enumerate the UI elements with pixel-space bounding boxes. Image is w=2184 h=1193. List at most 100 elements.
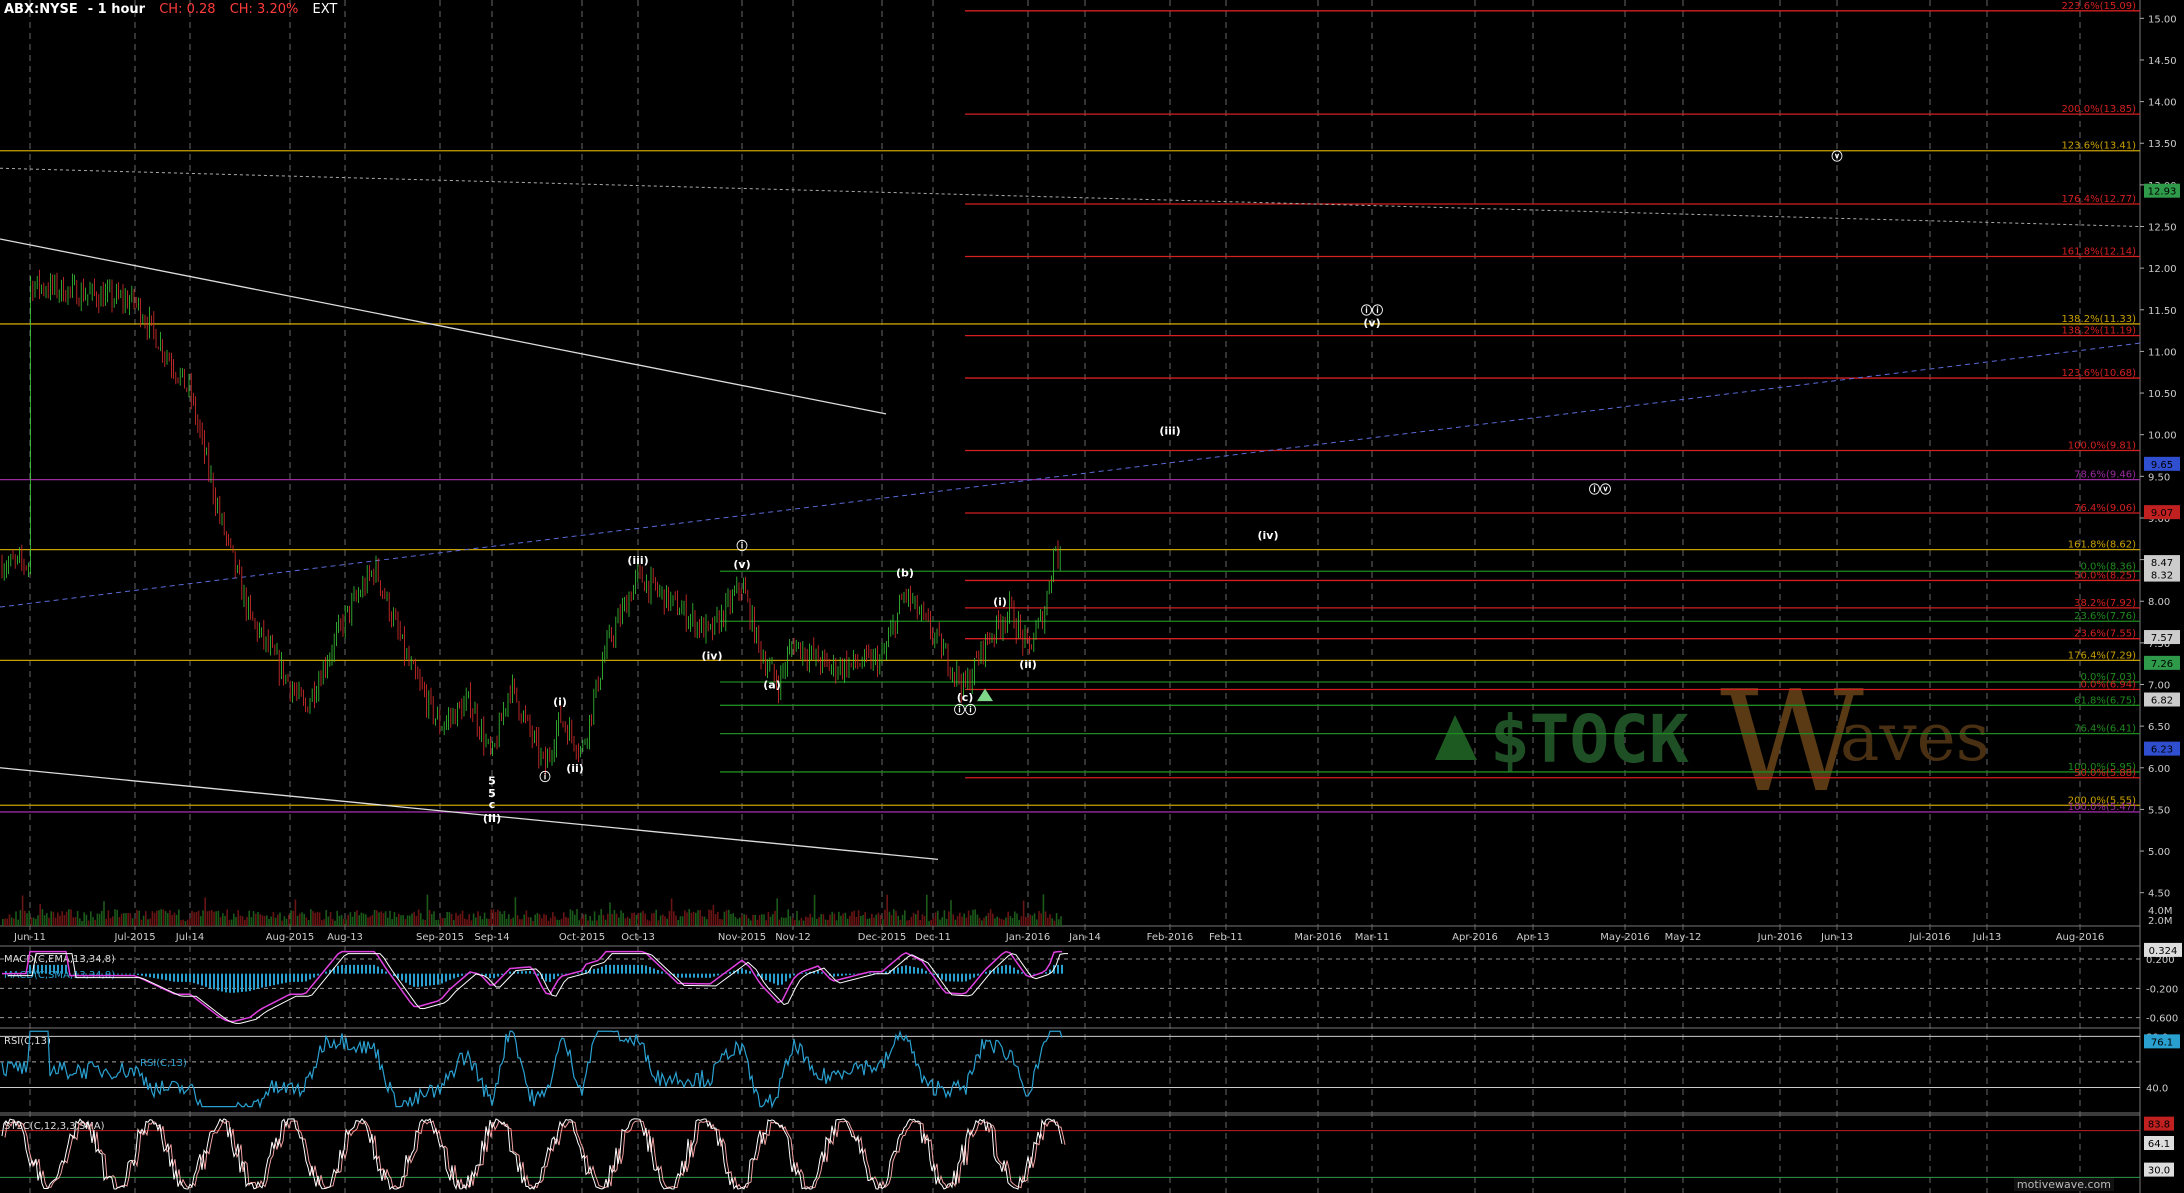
volume-bar (743, 914, 745, 926)
time-tick-label: Sep-14 (474, 932, 509, 943)
volume-bar (688, 909, 690, 926)
volume-bar (444, 918, 446, 926)
volume-bar (57, 912, 59, 926)
volume-bar (149, 918, 151, 926)
volume-bar (1031, 915, 1034, 926)
volume-bar (708, 909, 710, 926)
volume-bar (387, 917, 389, 926)
time-tick-label: May-12 (1665, 932, 1702, 943)
volume-bar (1020, 916, 1023, 926)
volume-bar (967, 910, 970, 926)
interval-label[interactable]: - 1 hour (88, 2, 145, 17)
volume-bar (134, 918, 136, 926)
volume-bar (92, 917, 94, 926)
volume-bar (959, 912, 961, 926)
volume-bar (989, 909, 992, 926)
volume-bar (882, 919, 884, 926)
chart-canvas[interactable]: $TOCK Waves223.6%(15.09)200.0%(13.85)123.… (0, 0, 2184, 1193)
volume-bar (415, 915, 418, 926)
volume-bar (279, 912, 281, 926)
time-tick-label: Oct-13 (621, 932, 655, 943)
volume-bar (739, 917, 741, 926)
volume-bar (211, 910, 213, 926)
volume-bar (332, 919, 334, 926)
volume-bar (503, 911, 506, 926)
volume-bar (54, 917, 57, 926)
volume-bar (510, 919, 512, 926)
fib-label: 176.4%(12.77) (2061, 194, 2136, 205)
volume-bar (1044, 911, 1047, 926)
volume-bar (283, 916, 286, 926)
volume-bar (94, 919, 96, 926)
volume-bar (767, 911, 770, 926)
volume-bar (758, 915, 761, 926)
volume-bar (26, 913, 28, 926)
volume-bar (466, 919, 468, 926)
volume-bar (886, 894, 888, 926)
volume-bar (602, 914, 605, 926)
wave-label: (v) (733, 558, 750, 571)
volume-bar (776, 898, 778, 926)
volume-bar (554, 916, 556, 926)
volume-bar (215, 911, 217, 926)
volume-bar (930, 919, 932, 926)
volume-bar (787, 909, 789, 926)
volume-bar (873, 917, 875, 926)
time-tick-label: Sep-2015 (416, 932, 464, 943)
volume-bar (272, 911, 275, 926)
volume-bar (703, 916, 706, 926)
volume-bar (420, 913, 422, 926)
volume-bar (305, 917, 308, 926)
price-tick-label: 5.50 (2148, 805, 2170, 816)
volume-bar (127, 912, 129, 926)
price-tick-label: 9.50 (2148, 472, 2170, 483)
price-badge-label: 6.23 (2151, 745, 2173, 756)
wave-label: (i) (553, 695, 567, 708)
volume-bar (472, 913, 475, 926)
volume-bar (721, 919, 723, 926)
volume-bar (538, 914, 541, 926)
volume-bar (675, 915, 677, 926)
volume-bar (28, 910, 30, 926)
volume-bar (978, 917, 981, 926)
time-tick-label: Jul-2016 (1908, 932, 1950, 943)
volume-bar (576, 909, 578, 926)
chart-background (0, 0, 2184, 1193)
volume-bar (301, 912, 303, 926)
volume-bar (976, 914, 979, 926)
volume-bar (369, 916, 371, 926)
symbol-label[interactable]: ABX:NYSE (4, 2, 78, 17)
volume-bar (21, 895, 24, 926)
volume-bar (915, 914, 917, 926)
volume-bar (734, 916, 737, 926)
volume-bar (318, 912, 321, 926)
volume-bar (646, 919, 649, 926)
fib-label: 23.6%(7.76) (2074, 611, 2136, 622)
volume-bar (536, 913, 539, 926)
volume-bar (193, 912, 195, 926)
volume-bar (219, 917, 222, 926)
volume-bar (620, 910, 622, 926)
volume-bar (567, 917, 569, 926)
volume-bar (142, 915, 145, 926)
volume-bar (732, 913, 734, 926)
stoch-badge-label: 83.8 (2148, 1120, 2170, 1131)
volume-bar (961, 916, 963, 926)
volume-bar (413, 911, 415, 926)
volume-bar (622, 912, 624, 926)
time-tick-label: Jun-11 (13, 932, 46, 943)
volume-bar (851, 911, 853, 926)
macd-tick-label: -0.200 (2146, 984, 2178, 995)
volume-bar (299, 913, 301, 926)
volume-bar (259, 914, 261, 926)
time-tick-label: Nov-2015 (718, 932, 766, 943)
volume-bar (981, 920, 983, 926)
wave-label: (a) (763, 679, 780, 692)
volume-bar (39, 903, 41, 926)
volume-bar (549, 917, 552, 926)
volume-bar (151, 911, 154, 926)
volume-bar (173, 912, 176, 926)
volume-bar (670, 898, 673, 926)
volume-bar (347, 914, 349, 926)
price-badge-label: 9.07 (2151, 508, 2173, 519)
